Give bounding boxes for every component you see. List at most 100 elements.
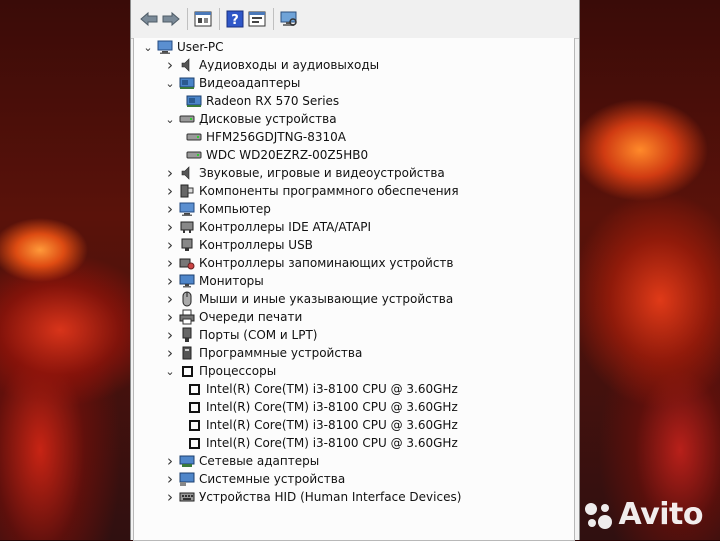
speaker-icon xyxy=(179,165,195,181)
toolbar: ? xyxy=(131,0,579,39)
tree-item-label: Компьютер xyxy=(199,202,271,216)
tree-item-label: Системные устройства xyxy=(199,472,346,486)
processor-icon xyxy=(186,435,202,451)
tree-category[interactable]: › Контроллеры IDE ATA/ATAPI xyxy=(164,218,371,236)
root-label: User-PC xyxy=(177,40,224,54)
help-icon[interactable]: ? xyxy=(225,9,245,29)
tree-item-label: Контроллеры запоминающих устройств xyxy=(199,256,454,270)
display-adapter-icon xyxy=(179,75,195,91)
tree-item-label: Сетевые адаптеры xyxy=(199,454,320,468)
properties-icon[interactable] xyxy=(193,9,213,29)
tree-item-label: Звуковые, игровые и видеоустройства xyxy=(199,166,445,180)
speaker-icon xyxy=(179,57,195,73)
tree-category[interactable]: ⌄ Дисковые устройства xyxy=(164,110,336,128)
chevron-right-icon[interactable]: › xyxy=(164,308,176,326)
chevron-right-icon[interactable]: › xyxy=(164,452,176,470)
tree-category[interactable]: ⌄ Процессоры xyxy=(164,362,276,380)
tree-category[interactable]: › Мыши и иные указывающие устройства xyxy=(164,290,453,308)
avito-logo-icon xyxy=(584,502,612,529)
tree-item-label: Radeon RX 570 Series xyxy=(206,94,340,108)
tree-root[interactable]: ⌄ User-PC xyxy=(142,38,224,56)
tree-category[interactable]: › Программные устройства xyxy=(164,344,362,362)
printer-icon xyxy=(179,309,195,325)
tree-category[interactable]: › Системные устройства xyxy=(164,470,345,488)
tree-category[interactable]: › Компьютер xyxy=(164,200,271,218)
chevron-right-icon[interactable]: › xyxy=(164,164,176,182)
processor-icon xyxy=(179,363,195,379)
system-device-icon xyxy=(179,471,195,487)
tree-item-label: WDC WD20EZRZ-00Z5HB0 xyxy=(206,148,369,162)
toolbar-separator xyxy=(219,8,220,30)
tree-category[interactable]: › Компоненты программного обеспечения xyxy=(164,182,459,200)
tree-item-label: Порты (COM и LPT) xyxy=(199,328,318,342)
processor-icon xyxy=(186,381,202,397)
display-adapter-icon xyxy=(186,93,202,109)
processor-icon xyxy=(186,417,202,433)
tree-category[interactable]: › Мониторы xyxy=(164,272,264,290)
tree-device[interactable]: WDC WD20EZRZ-00Z5HB0 xyxy=(186,146,368,164)
forward-arrow-icon[interactable] xyxy=(161,9,181,29)
chevron-right-icon[interactable]: › xyxy=(164,236,176,254)
device-manager-window: ? ⌄ User-PC › Аудиовходы и аудиовыходы ⌄ Ви… xyxy=(130,0,704,541)
tree-category[interactable]: › Аудиовходы и аудиовыходы xyxy=(164,56,379,74)
chevron-down-icon[interactable]: ⌄ xyxy=(164,74,176,92)
svg-text:?: ? xyxy=(231,13,239,28)
tree-item-label: Компоненты программного обеспечения xyxy=(199,184,459,198)
tree-category[interactable]: › Сетевые адаптеры xyxy=(164,452,319,470)
chevron-right-icon[interactable]: › xyxy=(164,56,176,74)
chevron-right-icon[interactable]: › xyxy=(164,218,176,236)
tree-device[interactable]: Radeon RX 570 Series xyxy=(186,92,339,110)
chevron-right-icon[interactable]: › xyxy=(164,272,176,290)
tree-category[interactable]: ⌄ Видеоадаптеры xyxy=(164,74,300,92)
tree-item-label: Контроллеры IDE ATA/ATAPI xyxy=(199,220,372,234)
computer-root-icon xyxy=(157,39,173,55)
tree-item-label: Intel(R) Core(TM) i3-8100 CPU @ 3.60GHz xyxy=(206,436,458,450)
tree-device[interactable]: Intel(R) Core(TM) i3-8100 CPU @ 3.60GHz xyxy=(186,380,458,398)
tree-category[interactable]: › Контроллеры USB xyxy=(164,236,313,254)
chevron-down-icon[interactable]: ⌄ xyxy=(142,38,154,56)
chevron-right-icon[interactable]: › xyxy=(164,470,176,488)
chevron-right-icon[interactable]: › xyxy=(164,344,176,362)
scan-hardware-icon[interactable] xyxy=(279,9,299,29)
chevron-right-icon[interactable]: › xyxy=(164,254,176,272)
chevron-right-icon[interactable]: › xyxy=(164,488,176,506)
port-icon xyxy=(179,327,195,343)
chevron-right-icon[interactable]: › xyxy=(164,182,176,200)
tree-category[interactable]: › Контроллеры запоминающих устройств xyxy=(164,254,453,272)
tree-item-label: Очереди печати xyxy=(199,310,303,324)
watermark-text: Avito xyxy=(618,497,704,532)
tree-item-label: Контроллеры USB xyxy=(199,238,313,252)
computer-icon xyxy=(179,201,195,217)
tree-category[interactable]: › Очереди печати xyxy=(164,308,302,326)
avito-watermark: Avito xyxy=(581,497,704,532)
update-driver-icon[interactable] xyxy=(247,9,267,29)
back-arrow-icon[interactable] xyxy=(139,9,159,29)
tree-item-label: Мыши и иные указывающие устройства xyxy=(199,292,454,306)
tree-category[interactable]: › Устройства HID (Human Interface Devices… xyxy=(164,488,461,506)
tree-item-label: Устройства HID (Human Interface Devices) xyxy=(199,490,462,504)
disk-drive-icon xyxy=(179,111,195,127)
mouse-icon xyxy=(179,291,195,307)
tree-device[interactable]: Intel(R) Core(TM) i3-8100 CPU @ 3.60GHz xyxy=(186,398,458,416)
tree-item-label: HFM256GDJTNG-8310A xyxy=(206,130,346,144)
chevron-right-icon[interactable]: › xyxy=(164,326,176,344)
disk-drive-icon xyxy=(186,129,202,145)
tree-category[interactable]: › Звуковые, игровые и видеоустройства xyxy=(164,164,445,182)
chevron-down-icon[interactable]: ⌄ xyxy=(164,110,176,128)
tree-category[interactable]: › Порты (COM и LPT) xyxy=(164,326,317,344)
chevron-right-icon[interactable]: › xyxy=(164,200,176,218)
chevron-down-icon[interactable]: ⌄ xyxy=(164,362,176,380)
network-adapter-icon xyxy=(179,453,195,469)
software-device-icon xyxy=(179,345,195,361)
chevron-right-icon[interactable]: › xyxy=(164,290,176,308)
tree-item-label: Процессоры xyxy=(199,364,277,378)
hid-icon xyxy=(179,489,195,505)
tree-item-label: Intel(R) Core(TM) i3-8100 CPU @ 3.60GHz xyxy=(206,400,458,414)
tree-device[interactable]: Intel(R) Core(TM) i3-8100 CPU @ 3.60GHz xyxy=(186,434,458,452)
tree-item-label: Intel(R) Core(TM) i3-8100 CPU @ 3.60GHz xyxy=(206,382,458,396)
tree-item-label: Intel(R) Core(TM) i3-8100 CPU @ 3.60GHz xyxy=(206,418,458,432)
tree-device[interactable]: HFM256GDJTNG-8310A xyxy=(186,128,346,146)
storage-controller-icon xyxy=(179,255,195,271)
tree-device[interactable]: Intel(R) Core(TM) i3-8100 CPU @ 3.60GHz xyxy=(186,416,458,434)
software-component-icon xyxy=(179,183,195,199)
